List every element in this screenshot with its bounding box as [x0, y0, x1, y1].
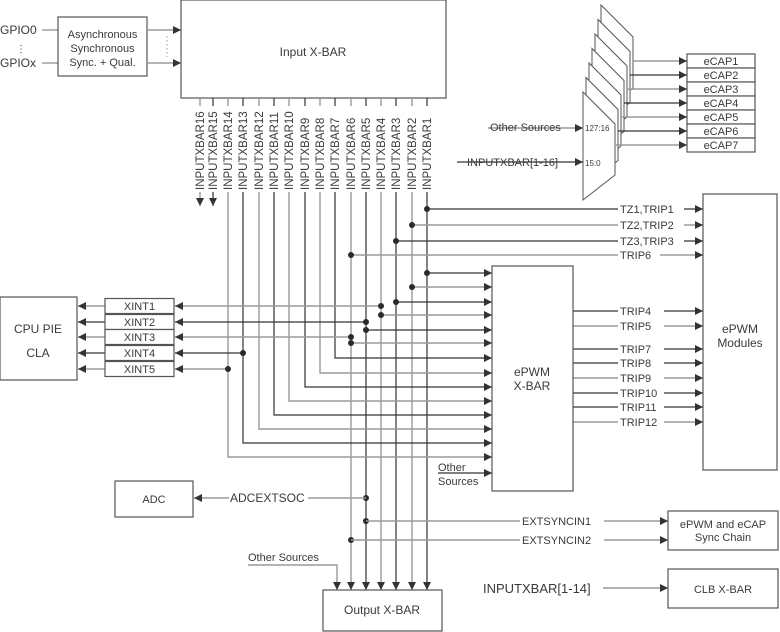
cpu-pie-label: CPU PIE [14, 322, 62, 336]
junction-dot [424, 270, 430, 276]
input-xbar-block-diagram: GPIO0 ⋮ GPIOx Asynchronous Synchronous S… [0, 0, 779, 632]
junction-dot [348, 334, 354, 340]
inputxbar-label-12: INPUTXBAR12 [254, 111, 266, 190]
ecap-mux-stack [457, 3, 634, 202]
epwm-xbar-other-line2: Sources [438, 476, 479, 488]
xint-label-5: XINT5 [124, 364, 155, 376]
junction-dot [348, 340, 354, 346]
epwm-modules-line2: Modules [717, 336, 762, 350]
junction-dot [409, 284, 415, 290]
ecap-label-1: eCAP1 [704, 56, 739, 68]
inputxbar14-wire [227, 192, 492, 461]
clb-inputxbar-label: INPUTXBAR[1-14] [483, 581, 591, 596]
direct-trip-label: TZ1,TRIP1 [620, 204, 674, 216]
extsyncin1-label: EXTSYNCIN1 [522, 516, 591, 528]
ecap-label-7: eCAP7 [704, 140, 739, 152]
direct-trip-label: TRIP6 [620, 250, 651, 262]
inputxbar-label-2: INPUTXBAR2 [407, 118, 419, 190]
xint-label-1: XINT1 [124, 301, 155, 313]
inputxbar-label-16: INPUTXBAR16 [195, 111, 207, 190]
ecap-label-6: eCAP6 [704, 126, 739, 138]
clb-xbar-label: CLB X-BAR [694, 584, 752, 596]
trip-label-trip11: TRIP11 [620, 402, 656, 414]
junction-dot [240, 350, 246, 356]
xint-label-4: XINT4 [124, 348, 155, 360]
ecap-label-4: eCAP4 [704, 98, 739, 110]
xint-list: XINT1 XINT2 XINT3 XINT4 XINT5 [104, 297, 175, 378]
inputxbar-output-labels: INPUTXBAR16 INPUTXBAR15 INPUTXBAR14 INPUTXB… [195, 111, 434, 190]
epwm-xbar-other-line1: Other [438, 462, 466, 474]
inputxbar-label-15: INPUTXBAR15 [208, 111, 220, 190]
inputxbar-label-8: INPUTXBAR8 [315, 118, 327, 190]
epwm-modules-line1: ePWM [722, 322, 758, 336]
ecap-range-15-0: 15:0 [585, 159, 601, 168]
junction-dot [393, 299, 399, 305]
gpio0-label: GPIO0 [0, 23, 37, 37]
epwm-xbar-trip-labels: TRIP4 TRIP5 TRIP7 TRIP8 TRIP9 TRIP10 TRIP11 TRI… [620, 306, 657, 429]
trip-label-trip7: TRIP7 [620, 344, 651, 356]
cpu-pie-cla-block [0, 296, 78, 381]
epwm-direct-trip-labels: TZ1,TRIP1 TZ2,TRIP2 TZ3,TRIP3 TRIP6 [620, 204, 674, 262]
inputxbar-label-5: INPUTXBAR5 [361, 118, 373, 190]
junction-dot [378, 312, 384, 318]
inputxbar-label-1: INPUTXBAR1 [422, 118, 434, 190]
inputxbar-label-9: INPUTXBAR9 [300, 118, 312, 190]
xint-label-2: XINT2 [124, 317, 155, 329]
junction-dot [378, 303, 384, 309]
ecap-label-3: eCAP3 [704, 84, 739, 96]
trip-label-trip10: TRIP10 [620, 388, 657, 400]
inputxbar-label-6: INPUTXBAR6 [346, 118, 358, 190]
junction-dot [225, 366, 231, 372]
direct-trip-label: TZ2,TRIP2 [620, 220, 674, 232]
ecap-modules: eCAP1 eCAP2 eCAP3 eCAP4 eCAP5 eCAP6 eCAP7 [615, 53, 756, 153]
output-xbar-label: Output X-BAR [344, 603, 420, 617]
trip-label-trip12: TRIP12 [620, 417, 657, 429]
adcextsoc-label: ADCEXTSOC [230, 491, 305, 505]
adc-label: ADC [142, 494, 165, 506]
ecap-inputxbar-label: INPUTXBAR[1-16] [467, 157, 558, 169]
inputxbar-label-4: INPUTXBAR4 [376, 117, 388, 190]
inputxbar8-wire [319, 192, 492, 377]
inputxbar-label-7: INPUTXBAR7 [330, 118, 342, 190]
sync-block-line1: Asynchronous [68, 29, 138, 41]
gpiox-label: GPIOx [0, 56, 36, 70]
xint-label-3: XINT3 [124, 332, 155, 344]
cla-label: CLA [26, 346, 49, 360]
trip-label-trip9: TRIP9 [620, 373, 651, 385]
gpio-ellipsis: ⋮ [16, 44, 26, 55]
junction-dot [393, 238, 399, 244]
trip-label-trip4: TRIP4 [620, 306, 651, 318]
sync-chain-line2: Sync Chain [695, 532, 751, 544]
ecap-range-127-16: 127:16 [585, 124, 610, 133]
sync-block-line2: Synchronous [70, 43, 135, 55]
sync-block-line3: Sync. + Qual. [69, 57, 135, 69]
epwm-xbar-line2: X-BAR [514, 379, 551, 393]
ecap-label-5: eCAP5 [704, 112, 739, 124]
ecap-label-2: eCAP2 [704, 70, 739, 82]
inputxbar-label-11: INPUTXBAR11 [269, 112, 281, 190]
inputxbar-label-14: INPUTXBAR14 [223, 111, 235, 190]
inputxbar12-wire [258, 192, 492, 433]
junction-dot [363, 319, 369, 325]
junction-dot [348, 252, 354, 258]
ecap-other-sources-label: Other Sources [490, 122, 561, 134]
inputxbar-label-10: INPUTXBAR10 [284, 111, 296, 190]
junction-dot [424, 206, 430, 212]
sync-chain-line1: ePWM and eCAP [680, 519, 766, 531]
direct-trip-label: TZ3,TRIP3 [620, 236, 674, 248]
inputxbar-label-13: INPUTXBAR13 [238, 111, 250, 190]
input-xbar-label: Input X-BAR [280, 45, 347, 59]
junction-dot [363, 327, 369, 333]
trip-label-trip5: TRIP5 [620, 321, 651, 333]
inputxbar13-wire [242, 192, 492, 447]
junction-dot [409, 222, 415, 228]
inputxbar-label-3: INPUTXBAR3 [391, 118, 403, 190]
output-other-sources-label: Other Sources [248, 552, 319, 564]
epwm-xbar-line1: ePWM [514, 365, 550, 379]
inputxbar7-wire [334, 192, 492, 362]
trip-label-trip8: TRIP8 [620, 358, 651, 370]
extsyncin2-label: EXTSYNCIN2 [522, 535, 591, 547]
